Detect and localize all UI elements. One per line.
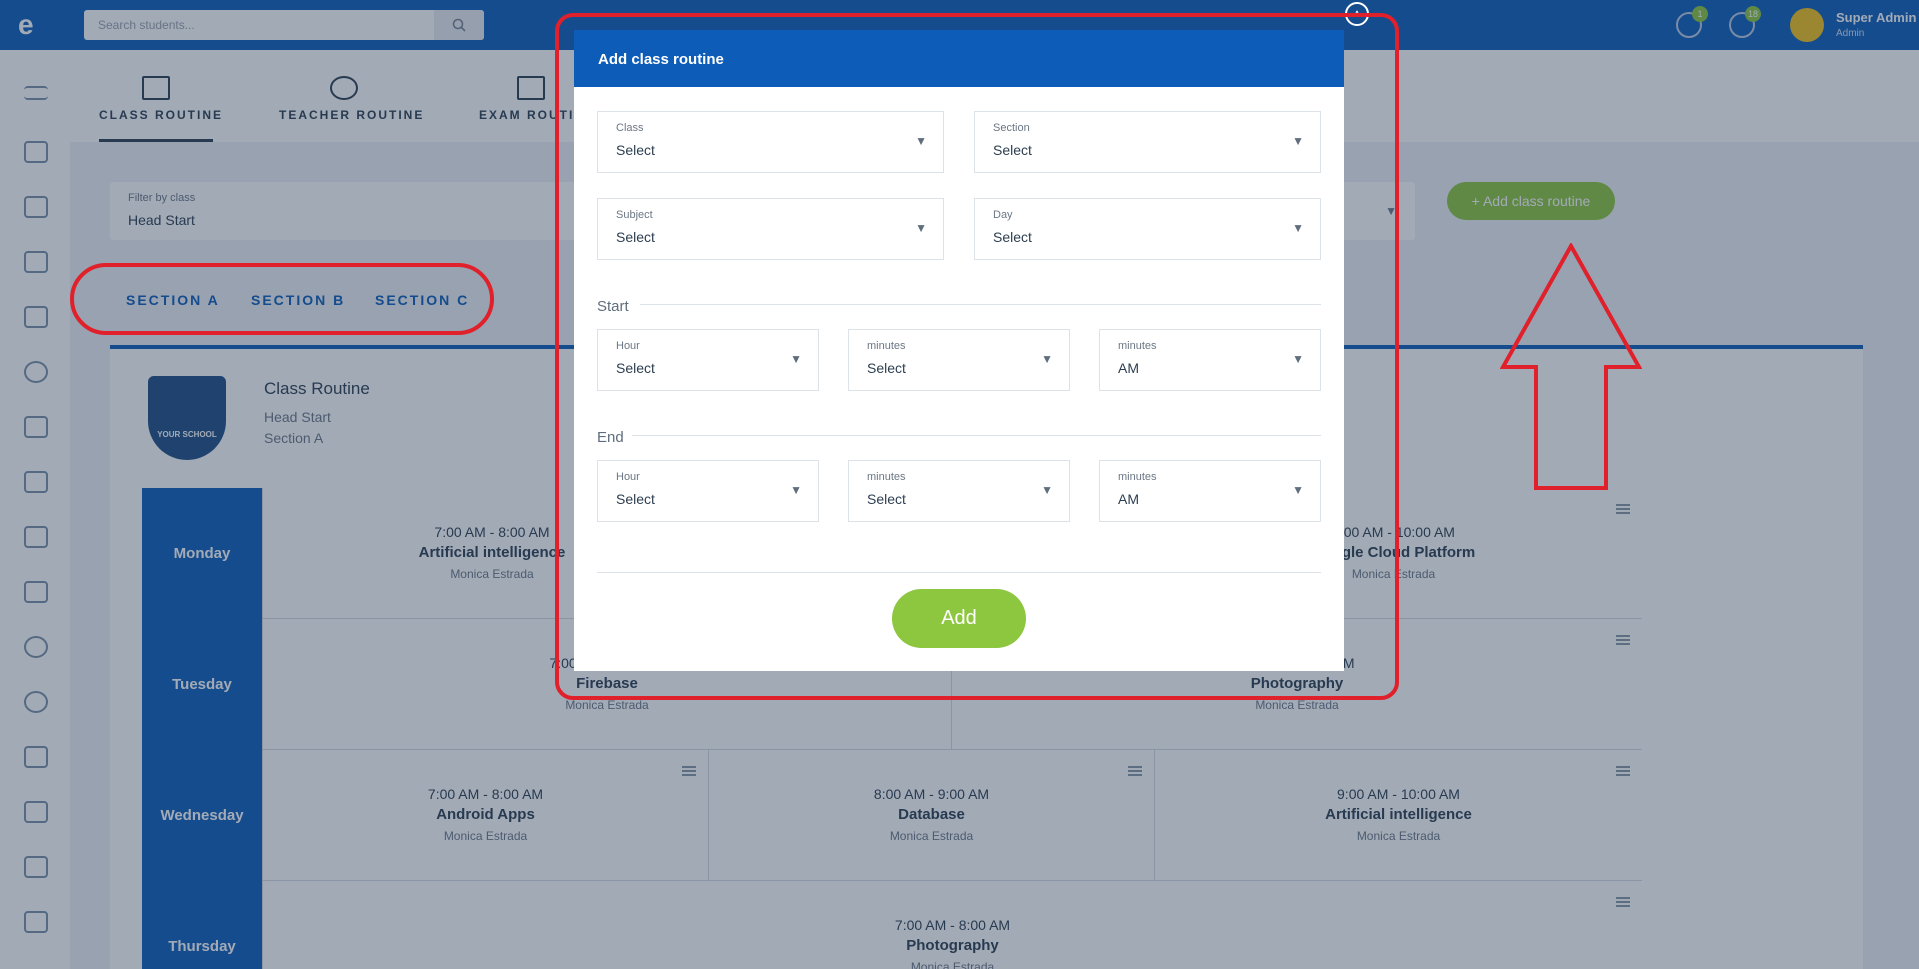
annotation-highlight-modal [555, 13, 1399, 700]
annotation-arrow-up-icon [1500, 243, 1642, 490]
annotation-highlight-sections [70, 263, 494, 335]
